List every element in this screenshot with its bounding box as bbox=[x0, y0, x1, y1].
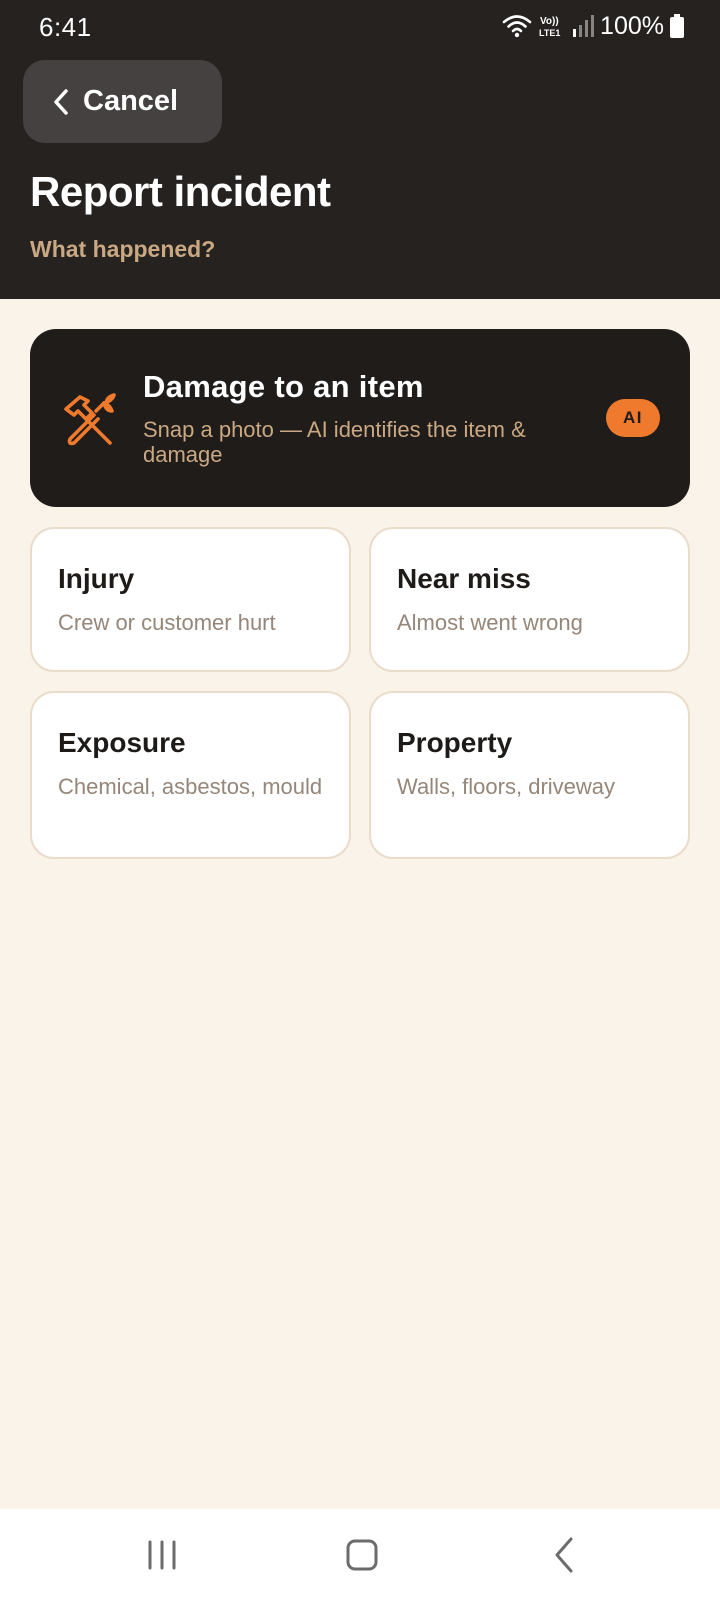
cancel-label: Cancel bbox=[83, 85, 179, 117]
battery-percent: 100% bbox=[600, 11, 664, 40]
cancel-button[interactable]: Cancel bbox=[23, 60, 222, 143]
wifi-icon bbox=[502, 15, 532, 38]
battery-icon bbox=[670, 14, 684, 38]
svg-text:Vo)): Vo)) bbox=[540, 16, 559, 27]
ai-badge: AI bbox=[606, 399, 660, 437]
page-title: Report incident bbox=[30, 168, 331, 215]
option-description: Crew or customer hurt bbox=[58, 610, 276, 635]
hero-title: Damage to an item bbox=[143, 369, 424, 404]
option-title: Injury bbox=[58, 563, 135, 594]
option-description: Almost went wrong bbox=[397, 610, 583, 635]
tools-icon bbox=[64, 393, 116, 446]
chevron-left-icon bbox=[54, 88, 68, 115]
signal-icon bbox=[573, 15, 595, 37]
volte-icon: Vo)) LTE1 bbox=[539, 16, 560, 38]
option-title: Exposure bbox=[58, 727, 186, 758]
option-exposure[interactable]: Exposure Chemical, asbestos, mould bbox=[30, 691, 351, 859]
status-icons: Vo)) LTE1 100% bbox=[502, 11, 684, 41]
page-subtitle: What happened? bbox=[30, 236, 216, 262]
home-icon[interactable] bbox=[340, 1533, 384, 1577]
damage-to-item-option[interactable]: Damage to an item Snap a photo — AI iden… bbox=[30, 329, 690, 507]
option-near-miss[interactable]: Near miss Almost went wrong bbox=[369, 527, 690, 672]
back-icon[interactable] bbox=[543, 1533, 587, 1577]
status-bar: 6:41 Vo)) LTE1 100% bbox=[0, 0, 720, 52]
option-title: Near miss bbox=[397, 563, 531, 594]
option-property[interactable]: Property Walls, floors, driveway bbox=[369, 691, 690, 859]
status-time: 6:41 bbox=[39, 12, 92, 42]
option-description: Walls, floors, driveway bbox=[397, 774, 616, 799]
svg-text:LTE1: LTE1 bbox=[539, 28, 560, 38]
recents-icon[interactable] bbox=[140, 1533, 184, 1577]
system-nav-bar bbox=[0, 1509, 720, 1600]
option-injury[interactable]: Injury Crew or customer hurt bbox=[30, 527, 351, 672]
hero-description: Snap a photo — AI identifies the item & … bbox=[143, 417, 526, 467]
header: 6:41 Vo)) LTE1 100% Cancel Report incide… bbox=[0, 0, 720, 299]
option-title: Property bbox=[397, 727, 513, 758]
option-description: Chemical, asbestos, mould bbox=[58, 774, 323, 799]
